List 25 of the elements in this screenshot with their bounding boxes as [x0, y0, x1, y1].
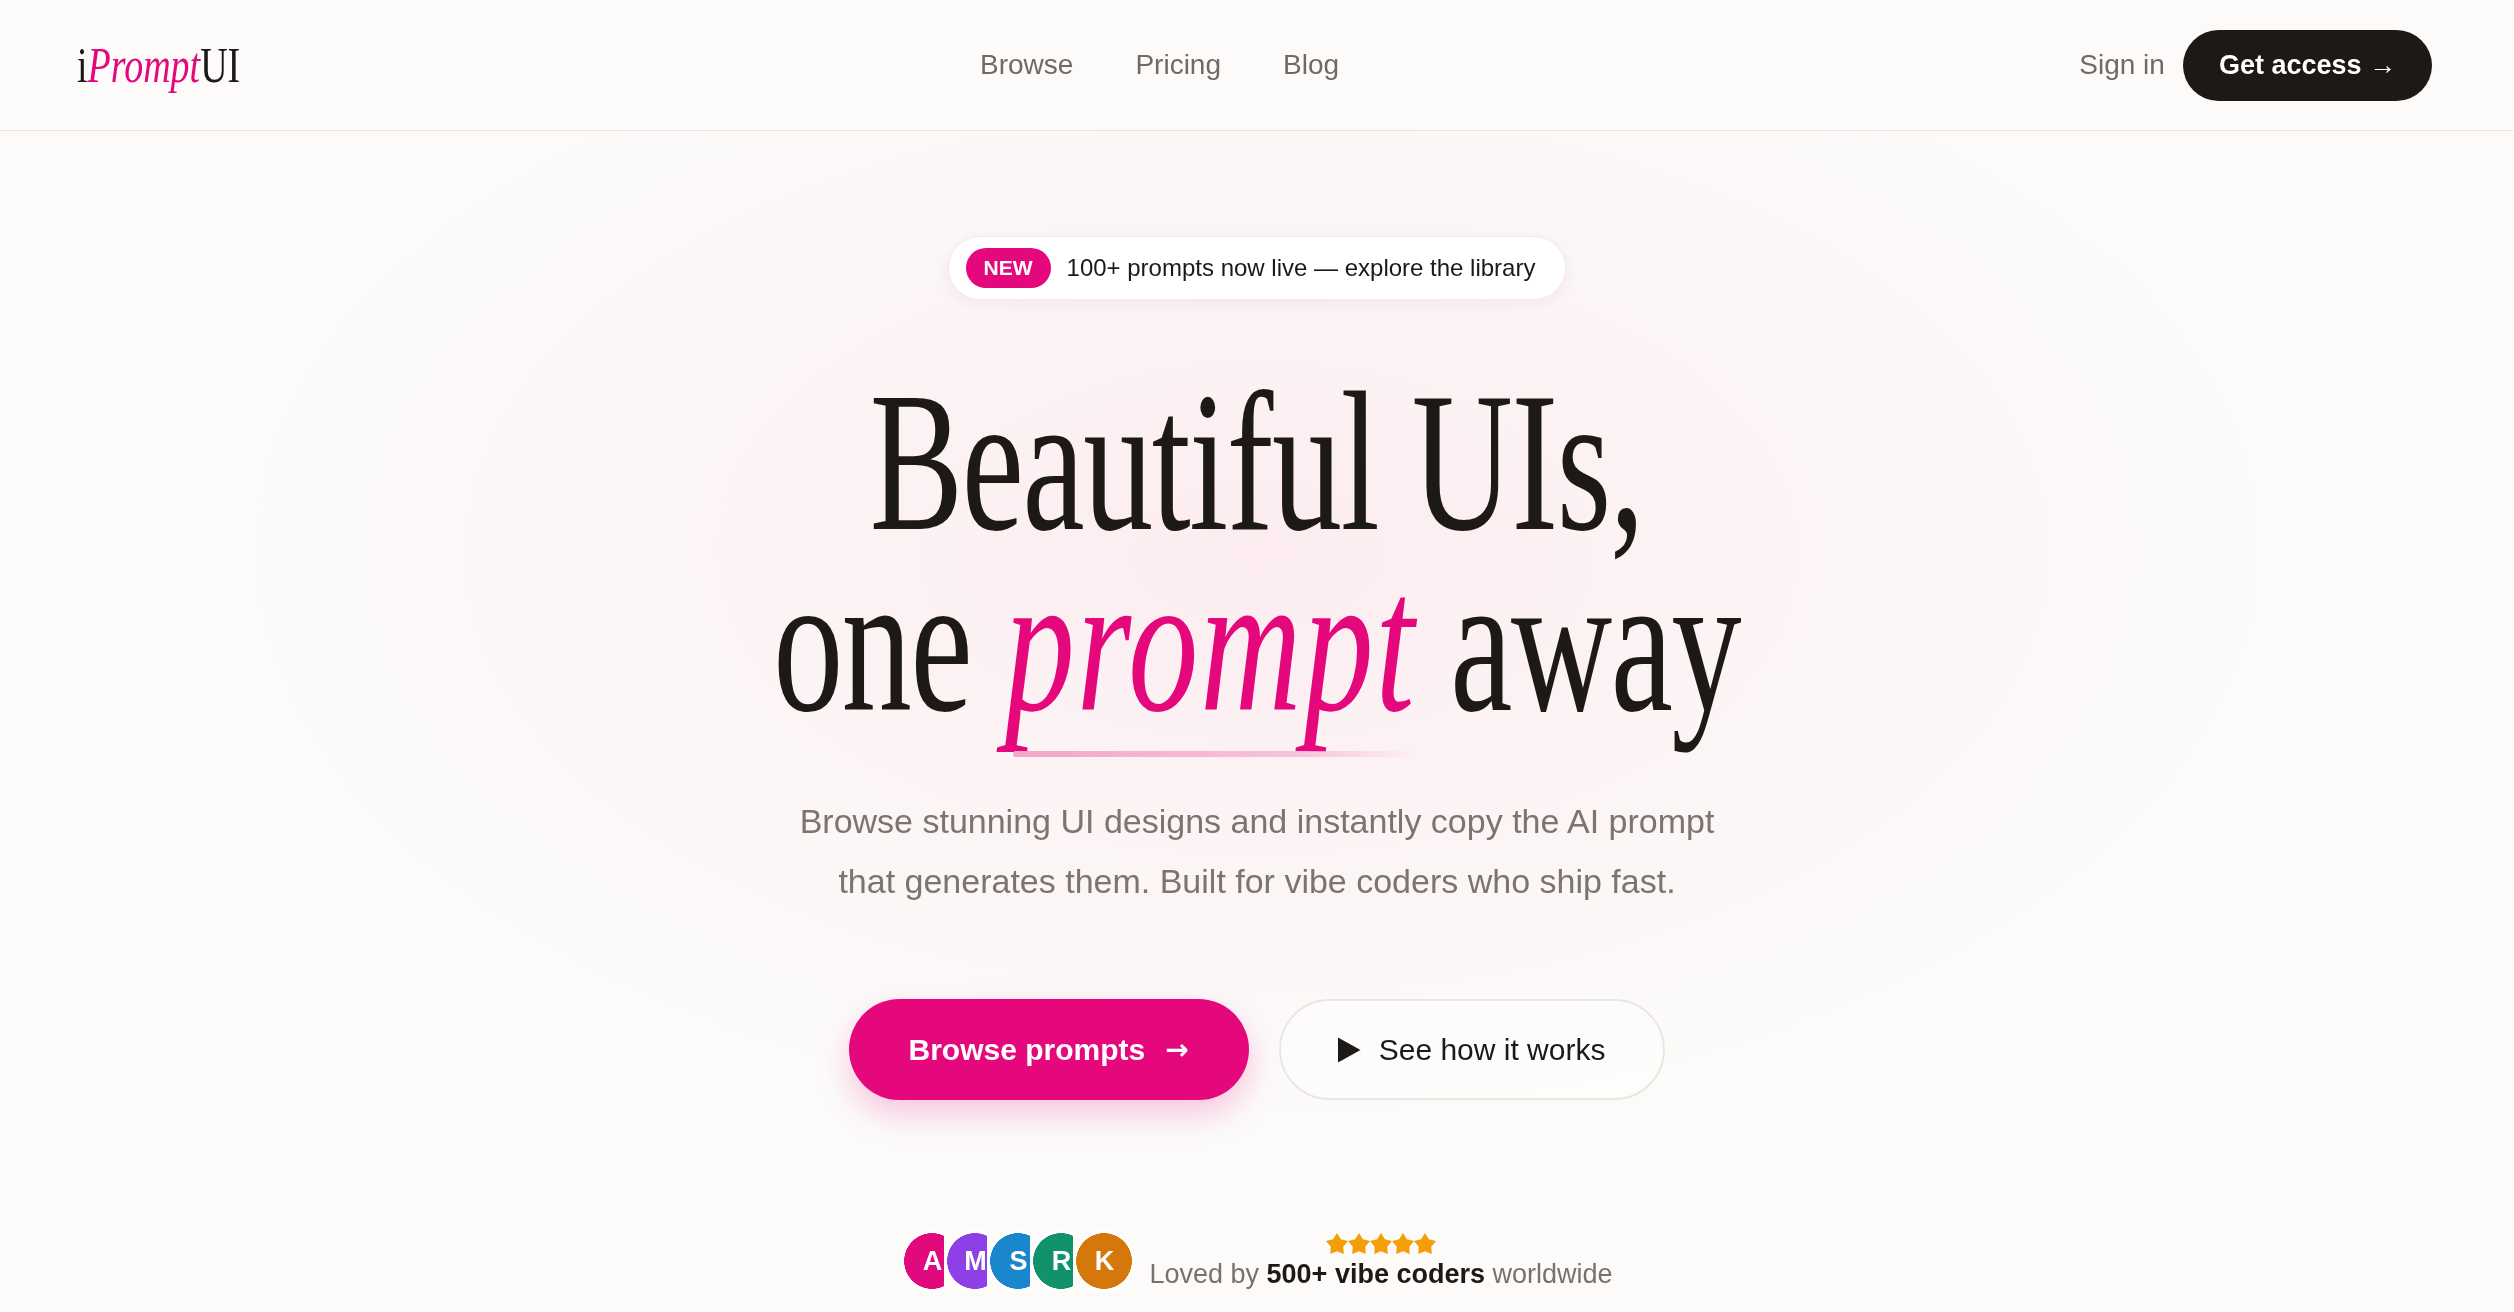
social-proof-text: Loved by 500+ vibe coders worldwide	[1149, 1258, 1613, 1290]
video-button[interactable]: See how it works	[1278, 999, 1666, 1100]
announcement-text: 100+ prompts now live — explore the library	[1066, 254, 1536, 282]
play-icon	[1336, 1036, 1361, 1063]
star-icon	[1348, 1232, 1370, 1254]
nav-link[interactable]: Blog	[1283, 49, 1340, 81]
logo[interactable]: iPromptUI	[77, 36, 241, 94]
star-icon	[1326, 1232, 1348, 1254]
avatar: M	[944, 1230, 988, 1292]
avatar: R	[1030, 1230, 1074, 1292]
star-icon	[1370, 1232, 1392, 1254]
subtitle: Browse stunning UI designs and instantly copy the AI prompt that generates them. Built for vibe coders who ship fast.	[799, 801, 1715, 902]
star-icon	[1414, 1232, 1436, 1254]
star-icon	[1392, 1232, 1414, 1254]
avatar: A	[901, 1230, 945, 1292]
browse-button[interactable]: Browse prompts →	[848, 999, 1249, 1100]
nav-link[interactable]: Pricing	[1135, 49, 1221, 81]
headline: Beautiful UIs, one prompt away	[773, 371, 1741, 757]
nav-link[interactable]: Browse	[980, 49, 1074, 81]
avatar: K	[1073, 1230, 1136, 1292]
avatar: S	[987, 1230, 1031, 1292]
sign-in-link[interactable]: Sign in	[2079, 49, 2165, 81]
new-tag: NEW	[965, 248, 1051, 288]
get-access-button[interactable]: Get access →	[2182, 29, 2432, 101]
announcement-pill[interactable]: NEW 100+ prompts now live — explore the library	[947, 236, 1567, 300]
